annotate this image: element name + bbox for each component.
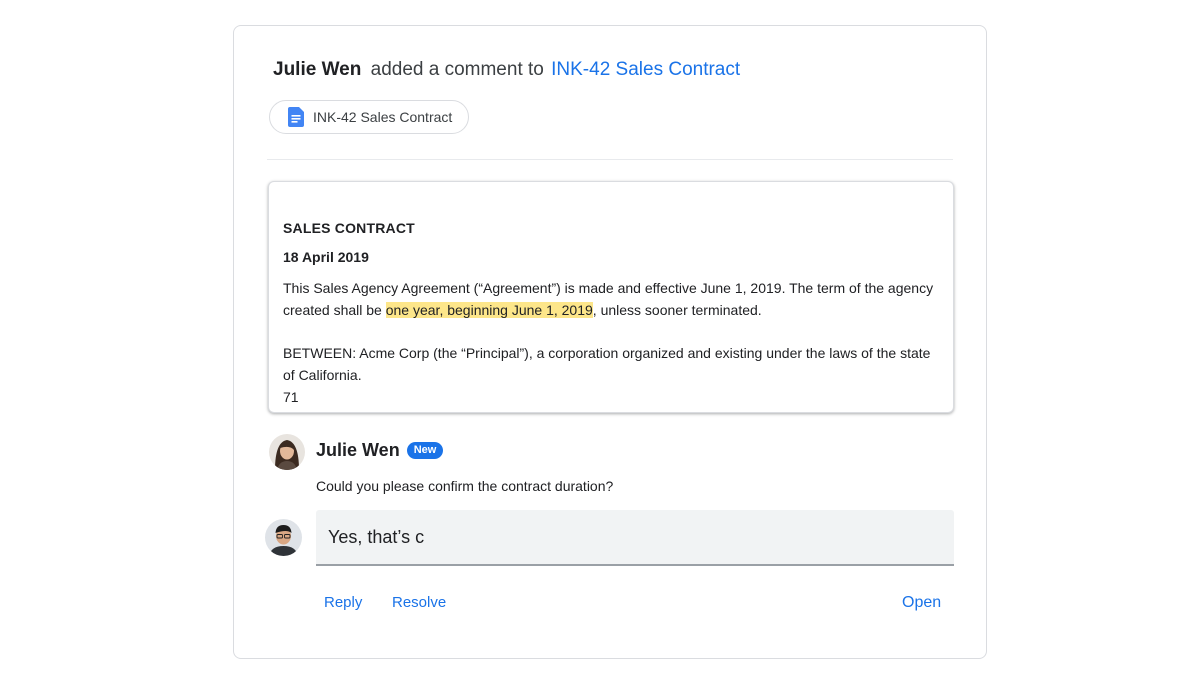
excerpt-page-number: 71 — [283, 389, 299, 405]
document-chip[interactable]: INK-42 Sales Contract — [269, 100, 470, 134]
reply-input[interactable] — [316, 510, 954, 564]
avatar — [269, 434, 305, 470]
comment-author-name: Julie Wen — [316, 440, 400, 460]
notification-header: Julie Wen added a comment to INK-42 Sale… — [273, 59, 740, 81]
avatar — [265, 519, 302, 556]
resolve-button[interactable]: Resolve — [392, 594, 446, 611]
document-chip-label: INK-42 Sales Contract — [313, 109, 453, 125]
excerpt-text-after: , unless sooner terminated. — [592, 302, 762, 318]
excerpt-date: 18 April 2019 — [283, 249, 369, 265]
excerpt-title: SALES CONTRACT — [283, 220, 415, 236]
reply-field[interactable] — [316, 510, 954, 566]
divider — [267, 159, 953, 160]
header-document-link[interactable]: INK-42 Sales Contract — [551, 59, 740, 80]
reply-button[interactable]: Reply — [324, 594, 362, 611]
comment-text: Could you please confirm the contract du… — [316, 478, 614, 494]
comment-author: Julie Wen New — [316, 440, 444, 461]
document-excerpt: SALES CONTRACT 18 April 2019 This Sales … — [268, 181, 954, 413]
google-docs-icon — [288, 107, 304, 127]
new-badge: New — [406, 442, 444, 459]
highlighted-text: one year, beginning June 1, 2019 — [385, 302, 593, 318]
header-action-text: added a comment to — [370, 59, 544, 80]
open-button[interactable]: Open — [902, 594, 941, 612]
excerpt-paragraph-1: This Sales Agency Agreement (“Agreement”… — [283, 277, 939, 321]
excerpt-paragraph-2: BETWEEN: Acme Corp (the “Principal”), a … — [283, 345, 931, 383]
comment-notification-card: Julie Wen added a comment to INK-42 Sale… — [233, 25, 987, 659]
header-author: Julie Wen — [273, 59, 362, 80]
